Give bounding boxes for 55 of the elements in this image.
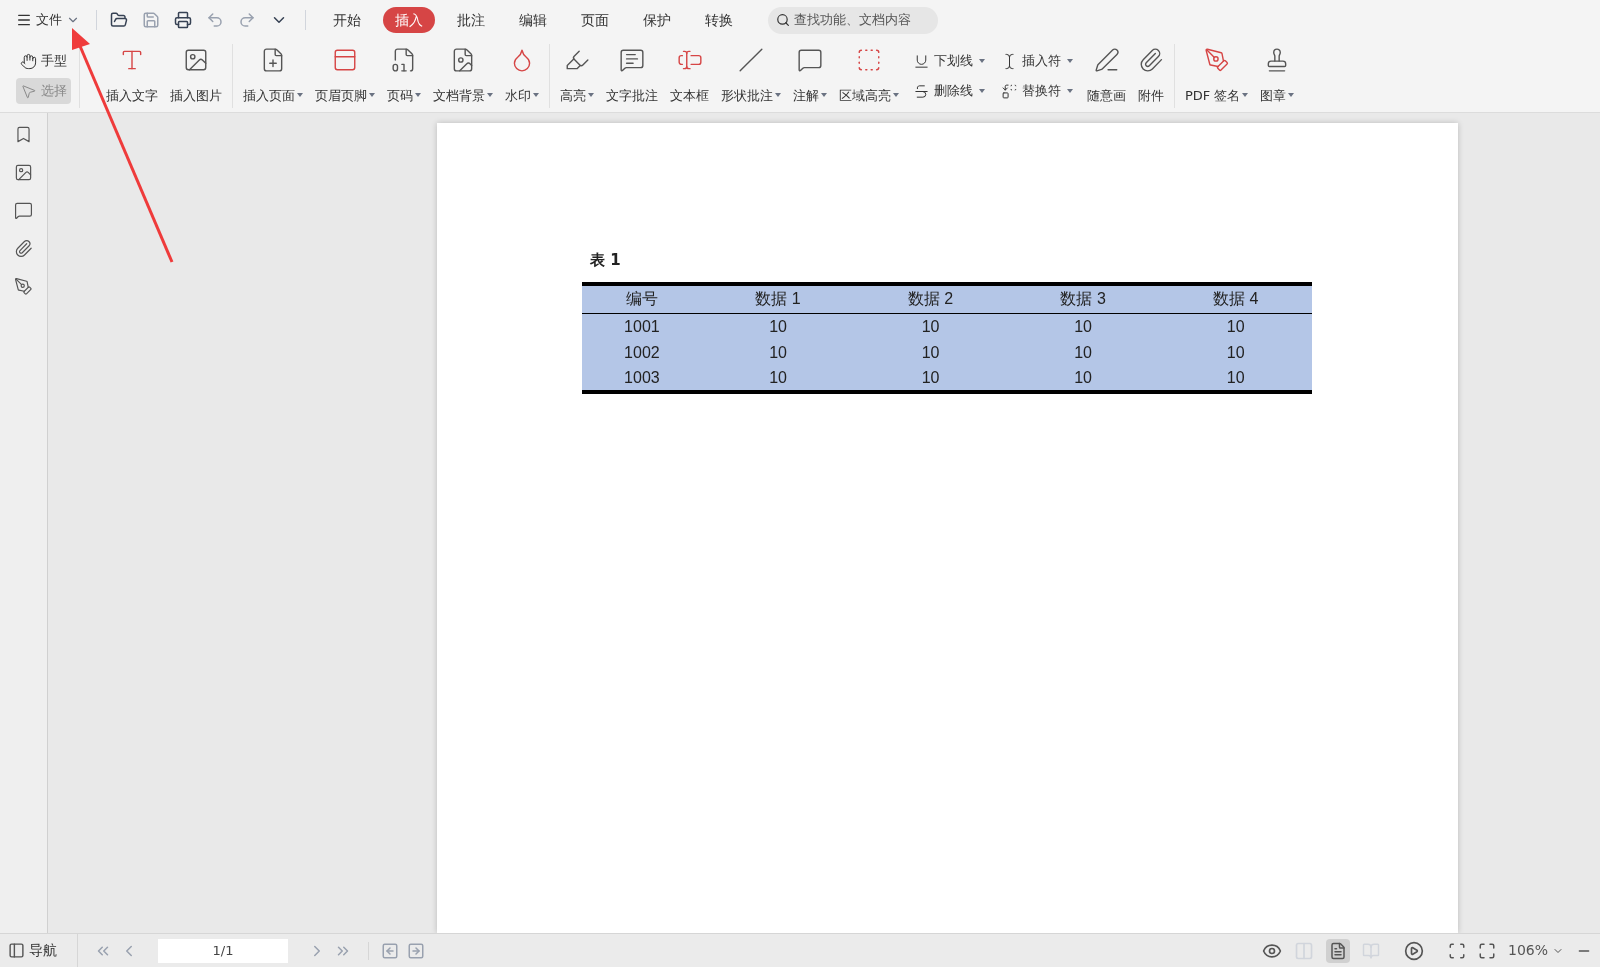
table-caption: 表 1 — [590, 250, 622, 271]
toolbar-button[interactable]: 下划线 — [909, 48, 989, 74]
column-header: 数据 2 — [854, 283, 1007, 314]
toolbar-button[interactable]: 水印 — [499, 47, 545, 105]
toolbar-button[interactable]: 插入页面 — [237, 47, 309, 105]
toolbar-button[interactable]: 页眉页脚 — [309, 47, 381, 105]
table-cell: 10 — [1159, 365, 1312, 392]
toolbar-button[interactable]: 文字批注 — [600, 47, 664, 105]
table-cell: 1001 — [582, 313, 702, 340]
toolbar-button[interactable]: 页码 — [381, 47, 427, 105]
ribbon-tab[interactable]: 转换 — [693, 7, 745, 33]
column-header: 数据 3 — [1006, 283, 1160, 314]
toolbar-button[interactable]: 文本框 — [664, 47, 715, 105]
toolbar-button[interactable]: 插入图片 — [164, 47, 228, 105]
toolbar-button[interactable]: 插入文字 — [100, 47, 164, 105]
column-header: 编号 — [582, 283, 702, 314]
toolbar-button[interactable]: 删除线 — [909, 78, 989, 104]
table-cell: 10 — [701, 339, 855, 366]
ribbon-tab[interactable]: 插入 — [383, 7, 435, 33]
table-cell: 10 — [1006, 313, 1160, 340]
ribbon-tab[interactable]: 批注 — [445, 7, 497, 33]
toolbar-button[interactable]: 图章 — [1254, 47, 1301, 105]
toolbar-button[interactable]: 插入符 — [997, 48, 1077, 74]
table-cell: 1002 — [582, 339, 702, 366]
table-cell: 1003 — [582, 365, 702, 392]
toolbar-button[interactable]: 手型 — [16, 48, 71, 74]
column-header: 数据 1 — [701, 283, 855, 314]
toolbar-button[interactable]: 高亮 — [554, 47, 600, 105]
ribbon-tab[interactable]: 编辑 — [507, 7, 559, 33]
toolbar-button[interactable]: 文档背景 — [427, 47, 499, 105]
zoom-dropdown[interactable]: 106% — [1507, 940, 1564, 961]
search-field[interactable]: 查找功能、文档内容 — [768, 6, 938, 34]
toolbar-button[interactable]: 附件 — [1132, 47, 1170, 105]
column-header: 数据 4 — [1159, 283, 1312, 314]
toolbar-button[interactable]: PDF 签名 — [1179, 47, 1255, 105]
table-cell: 10 — [1006, 339, 1160, 366]
table-cell: 10 — [1159, 339, 1312, 366]
toolbar-button[interactable]: 随意画 — [1081, 47, 1132, 105]
toolbar-button[interactable]: 注解 — [787, 47, 833, 105]
table-cell: 10 — [1006, 365, 1160, 392]
page-number-field[interactable]: 1/1 — [158, 938, 288, 963]
table-cell: 10 — [854, 365, 1007, 392]
ribbon-tab[interactable]: 开始 — [321, 7, 373, 33]
ribbon-tab[interactable]: 页面 — [569, 7, 621, 33]
toolbar-button[interactable]: 形状批注 — [715, 47, 787, 105]
toolbar-button[interactable]: 区域高亮 — [833, 47, 905, 105]
table-cell: 10 — [701, 365, 855, 392]
table-cell: 10 — [854, 339, 1007, 366]
ribbon-tab[interactable]: 保护 — [631, 7, 683, 33]
toolbar-button[interactable]: 替换符 — [997, 78, 1077, 104]
navigation-button[interactable]: 导航 — [0, 934, 78, 967]
table-cell: 10 — [1159, 313, 1312, 340]
table-cell: 10 — [854, 313, 1007, 340]
file-menu-button[interactable]: 文件 — [8, 6, 88, 34]
table-cell: 10 — [701, 313, 855, 340]
